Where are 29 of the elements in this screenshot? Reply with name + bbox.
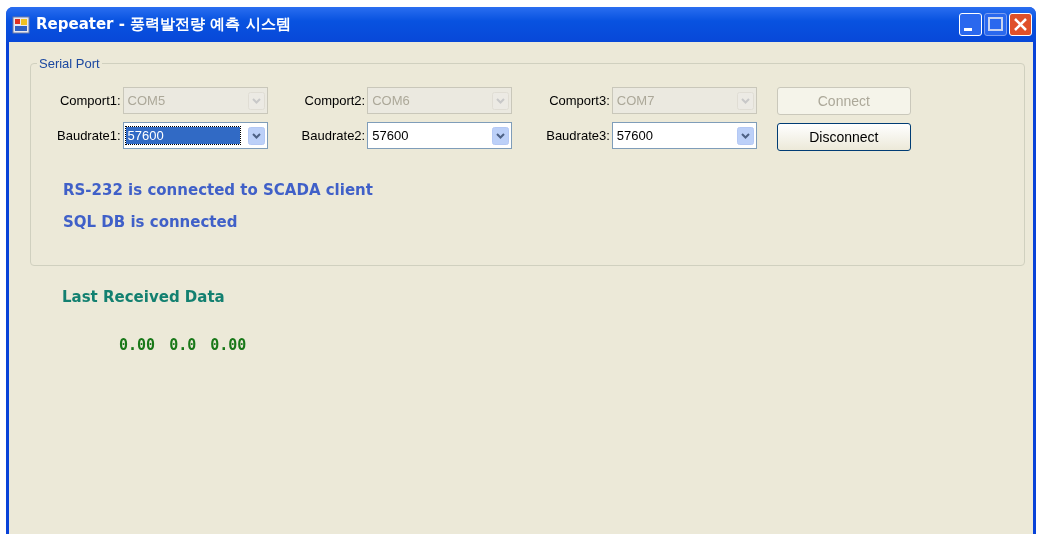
app-icon	[12, 15, 30, 34]
dropdown-field[interactable]: 57600	[611, 122, 757, 149]
chevron-down-icon	[247, 91, 265, 110]
chevron-down-icon	[492, 126, 510, 145]
chevron-down-icon	[736, 126, 754, 145]
action-button[interactable]: Disconnect	[776, 123, 911, 151]
field-label: Baudrate1:	[57, 128, 121, 143]
data-value: 0.00	[119, 336, 156, 354]
chevron-down-icon	[247, 126, 265, 145]
group-title: Serial Port	[38, 56, 101, 71]
status-message: SQL DB is connected	[63, 213, 239, 231]
field-label: Comport2:	[304, 93, 366, 108]
status-message: RS-232 is connected to SCADA client	[63, 181, 374, 199]
section-title: Last Received Data	[62, 288, 226, 306]
maximize-button[interactable]	[984, 13, 1007, 36]
data-value: 0.00	[210, 336, 247, 354]
minimize-button[interactable]	[959, 13, 982, 36]
window-title: Repeater - 풍력발전량 예측 시스템	[36, 15, 292, 34]
chevron-down-icon	[492, 91, 510, 110]
field-label: Baudrate3:	[546, 128, 610, 143]
dropdown-field[interactable]: 57600	[367, 122, 513, 149]
field-label: Comport3:	[549, 93, 610, 108]
data-value: 0.0	[169, 336, 197, 354]
field-label: Baudrate2:	[301, 128, 366, 143]
dropdown-field[interactable]: 57600	[122, 122, 268, 149]
minimize-icon	[964, 28, 972, 31]
field-label: Comport1:	[59, 93, 121, 108]
chevron-down-icon	[736, 91, 754, 110]
close-button[interactable]	[1009, 13, 1032, 36]
